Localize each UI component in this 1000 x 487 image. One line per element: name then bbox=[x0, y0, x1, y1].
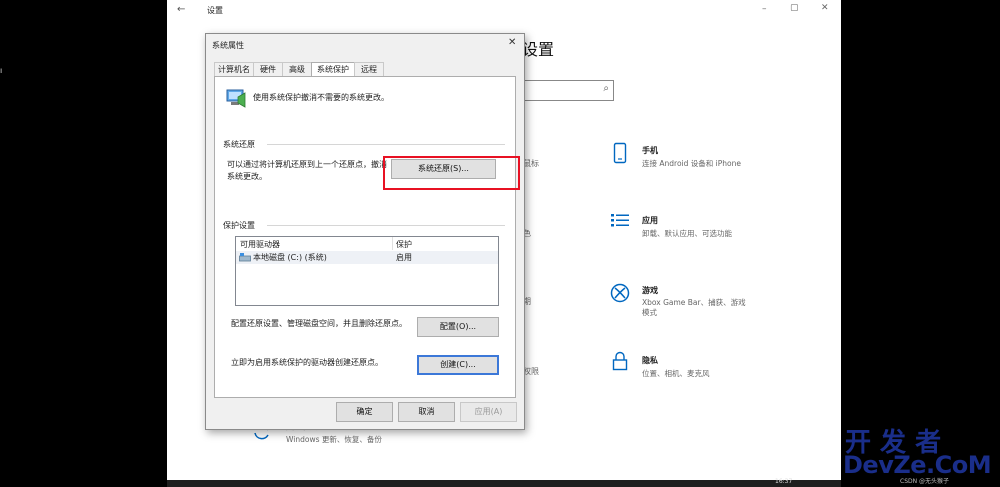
column-divider bbox=[392, 237, 393, 250]
taskbar: 16:37 bbox=[167, 478, 841, 487]
tab-strip: 计算机名 硬件 高级 系统保护 远程 bbox=[214, 62, 514, 77]
create-description: 立即为启用系统保护的驱动器创建还原点。 bbox=[231, 358, 383, 367]
back-button[interactable]: ← bbox=[177, 4, 185, 15]
category-desc: 连接 Android 设备和 iPhone bbox=[642, 159, 741, 168]
xbox-icon bbox=[610, 283, 630, 303]
watermark-logo: DevZe.CoM bbox=[843, 451, 992, 479]
configure-button[interactable]: 配置(O)... bbox=[417, 317, 499, 337]
category-gaming[interactable]: 游戏 Xbox Game Bar、捕获、游戏 模式 bbox=[607, 280, 807, 320]
tab-advanced[interactable]: 高级 bbox=[282, 62, 312, 76]
tab-panel: 使用系统保护撤消不需要的系统更改。 系统还原 可以通过将计算机还原到上一个还原点… bbox=[214, 76, 516, 398]
settings-search-box[interactable]: ⌕ bbox=[523, 80, 614, 101]
window-title: 设置 bbox=[207, 6, 223, 15]
category-desc: 模式 bbox=[642, 308, 657, 317]
clipped-category-text: 鼠标 bbox=[523, 159, 539, 168]
left-edge-marker: ı bbox=[0, 66, 3, 75]
dialog-close-button[interactable]: ✕ bbox=[508, 37, 516, 48]
category-title: 手机 bbox=[642, 146, 658, 155]
tab-remote[interactable]: 远程 bbox=[354, 62, 384, 76]
drive-protection-table: 可用驱动器 保护 本地磁盘 (C:) (系统) 启用 bbox=[235, 236, 499, 306]
column-header-drives[interactable]: 可用驱动器 bbox=[240, 239, 280, 250]
category-apps[interactable]: 应用 卸载、默认应用、可选功能 bbox=[607, 210, 807, 246]
category-desc: 位置、相机、麦克风 bbox=[642, 369, 710, 378]
maximize-button[interactable]: ▢ bbox=[790, 3, 799, 13]
tab-system-protection[interactable]: 系统保护 bbox=[311, 62, 355, 77]
create-button[interactable]: 创建(C)... bbox=[417, 355, 499, 375]
tab-hardware[interactable]: 硬件 bbox=[253, 62, 283, 76]
group-divider bbox=[267, 144, 505, 145]
minimize-button[interactable]: – bbox=[762, 4, 767, 14]
restore-description: 系统更改。 bbox=[227, 172, 267, 181]
category-title: 游戏 bbox=[642, 286, 658, 295]
page-heading: 设置 bbox=[522, 40, 555, 59]
tab-computer-name[interactable]: 计算机名 bbox=[214, 62, 254, 76]
protection-group-label: 保护设置 bbox=[223, 221, 255, 230]
column-header-protection[interactable]: 保护 bbox=[396, 239, 412, 250]
category-title: 隐私 bbox=[642, 356, 658, 365]
configure-description: 配置还原设置、管理磁盘空间，并且删除还原点。 bbox=[231, 319, 407, 328]
table-row[interactable]: 本地磁盘 (C:) (系统) 启用 bbox=[236, 251, 498, 264]
close-window-button[interactable]: ✕ bbox=[821, 3, 829, 13]
lock-icon bbox=[612, 351, 628, 371]
category-phone[interactable]: 手机 连接 Android 设备和 iPhone bbox=[607, 140, 807, 176]
category-privacy[interactable]: 隐私 位置、相机、麦克风 bbox=[607, 350, 807, 386]
restore-description: 可以通过将计算机还原到上一个还原点，撤消 bbox=[227, 160, 387, 169]
restore-group-label: 系统还原 bbox=[223, 140, 255, 149]
category-title: 应用 bbox=[642, 216, 658, 225]
dialog-title: 系统属性 bbox=[212, 41, 244, 50]
clipped-category-text: 权限 bbox=[523, 367, 539, 376]
group-divider bbox=[267, 225, 505, 226]
apply-button[interactable]: 应用(A) bbox=[460, 402, 517, 422]
ok-button[interactable]: 确定 bbox=[336, 402, 393, 422]
cancel-button[interactable]: 取消 bbox=[398, 402, 455, 422]
category-desc: Xbox Game Bar、捕获、游戏 bbox=[642, 298, 746, 307]
intro-text: 使用系统保护撤消不需要的系统更改。 bbox=[253, 93, 389, 102]
system-protection-icon bbox=[226, 89, 246, 108]
apps-list-icon bbox=[611, 214, 629, 227]
taskbar-time: 16:37 bbox=[775, 478, 793, 485]
category-desc: 卸载、默认应用、可选功能 bbox=[642, 229, 732, 238]
search-icon: ⌕ bbox=[603, 83, 609, 94]
drive-protection-status: 启用 bbox=[396, 253, 412, 262]
category-desc: Windows 更新、恢复、备份 bbox=[286, 435, 382, 444]
highlight-box bbox=[383, 156, 520, 190]
drive-name: 本地磁盘 (C:) (系统) bbox=[253, 253, 327, 262]
phone-icon bbox=[613, 142, 627, 164]
system-properties-dialog: 系统属性 ✕ 计算机名 硬件 高级 系统保护 远程 使用系统保护撤消不需要的系统… bbox=[205, 33, 525, 430]
drive-icon bbox=[239, 253, 251, 262]
watermark-caption: CSDN @无头猴子 bbox=[900, 478, 950, 485]
